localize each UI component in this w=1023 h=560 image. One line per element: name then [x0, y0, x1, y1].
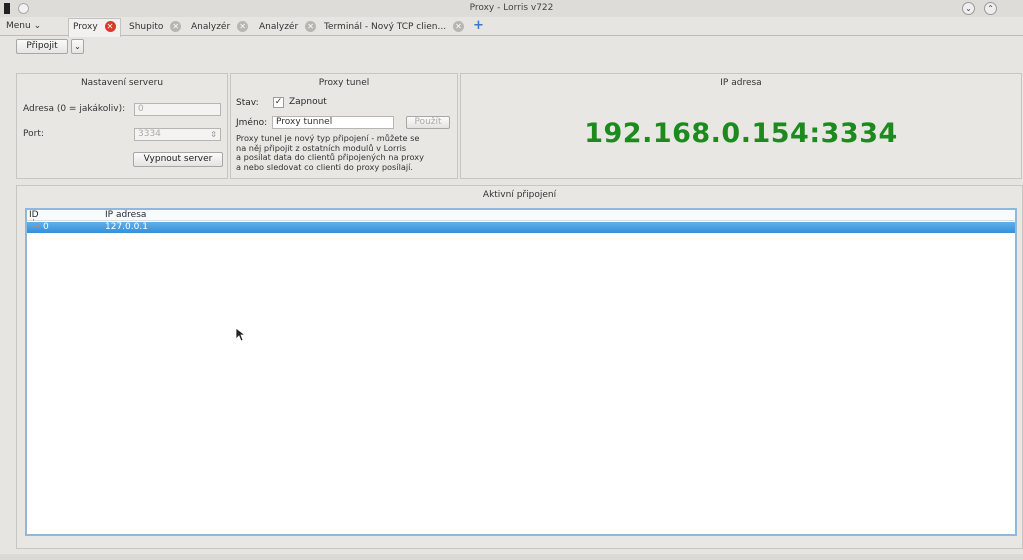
tab-bar: Menu ⌄ Proxy ✕ Shupito ✕ Analyzér ✕ Anal… — [0, 18, 1023, 37]
tree-branch-icon — [33, 219, 39, 227]
close-tab-icon[interactable]: ✕ — [452, 21, 464, 32]
tab-shupito[interactable]: Shupito ✕ — [125, 19, 185, 36]
add-tab-icon[interactable]: + — [473, 19, 485, 32]
active-connections-heading: Aktivní připojení — [482, 190, 557, 200]
tab-label: Shupito — [129, 21, 164, 32]
tunnel-description: Proxy tunel je nový typ připojení - může… — [236, 133, 460, 172]
tab-label: Proxy — [73, 21, 98, 32]
server-settings-panel: Nastavení serveru Adresa (0 = jakákoliv)… — [16, 73, 228, 179]
address-label: Adresa (0 = jakákoliv): — [23, 104, 126, 114]
stop-server-button[interactable]: Vypnout server — [133, 152, 223, 167]
active-connections-panel: Aktivní připojení ID IP adresa 0 127.0.0… — [16, 185, 1023, 549]
connect-dropdown-icon[interactable]: ⌄ — [71, 39, 84, 54]
address-field[interactable]: 0 — [134, 103, 221, 116]
mouse-cursor-icon — [235, 327, 247, 342]
table-row[interactable]: 0 127.0.0.1 — [27, 219, 1015, 233]
row-ip: 127.0.0.1 — [105, 222, 148, 232]
tab-terminal[interactable]: Terminál - Nový TCP clien... ✕ — [320, 19, 468, 36]
apply-button[interactable]: Použít — [406, 116, 450, 129]
ip-address-value: 192.168.0.154:3334 — [584, 118, 898, 149]
tab-analyzer-1[interactable]: Analyzér ✕ — [187, 19, 252, 36]
ip-address-heading: IP adresa — [720, 78, 762, 88]
enable-label[interactable]: Zapnout — [289, 97, 327, 107]
tab-label: Analyzér — [191, 21, 231, 32]
status-bar — [0, 554, 1023, 560]
connections-tree[interactable]: ID IP adresa 0 127.0.0.1 — [25, 208, 1017, 536]
close-tab-icon[interactable]: ✕ — [170, 21, 182, 32]
spin-arrows-icon[interactable]: ⇳ — [210, 129, 217, 140]
window-title: Proxy - Lorris v722 — [469, 3, 554, 13]
server-settings-heading: Nastavení serveru — [80, 78, 164, 88]
menu-button[interactable]: Menu ⌄ — [6, 21, 41, 31]
state-label: Stav: — [236, 98, 259, 108]
port-spinbox[interactable]: 3334 ⇳ — [134, 128, 221, 141]
port-label: Port: — [23, 129, 44, 139]
minimize-button[interactable]: ⌄ — [962, 2, 975, 15]
close-tab-icon[interactable]: ✕ — [104, 21, 116, 32]
tab-label: Terminál - Nový TCP clien... — [324, 21, 447, 32]
proxy-tunnel-panel: Proxy tunel Stav: ✓ Zapnout Jméno: Proxy… — [230, 73, 458, 179]
enable-checkbox[interactable]: ✓ — [273, 97, 284, 108]
close-tab-icon[interactable]: ✕ — [237, 21, 249, 32]
port-value: 3334 — [138, 129, 161, 139]
column-header-ip[interactable]: IP adresa — [105, 210, 146, 220]
tab-proxy[interactable]: Proxy ✕ — [68, 18, 121, 37]
tab-label: Analyzér — [259, 21, 299, 32]
ip-address-panel: IP adresa 192.168.0.154:3334 — [460, 73, 1022, 179]
name-label: Jméno: — [236, 118, 268, 128]
close-tab-icon[interactable]: ✕ — [305, 21, 317, 32]
maximize-button[interactable]: ⌃ — [984, 2, 997, 15]
tree-header: ID IP adresa — [27, 210, 1015, 221]
connect-button[interactable]: Připojit — [16, 39, 68, 54]
row-id: 0 — [43, 222, 49, 232]
tunnel-name-field[interactable]: Proxy tunnel — [272, 116, 394, 129]
tab-analyzer-2[interactable]: Analyzér ✕ — [255, 19, 320, 36]
proxy-tunnel-heading: Proxy tunel — [318, 78, 370, 88]
title-bar: Proxy - Lorris v722 ⌄ ⌃ — [0, 0, 1023, 17]
description-line: a nebo sledovat co clienti do proxy posí… — [236, 161, 414, 172]
